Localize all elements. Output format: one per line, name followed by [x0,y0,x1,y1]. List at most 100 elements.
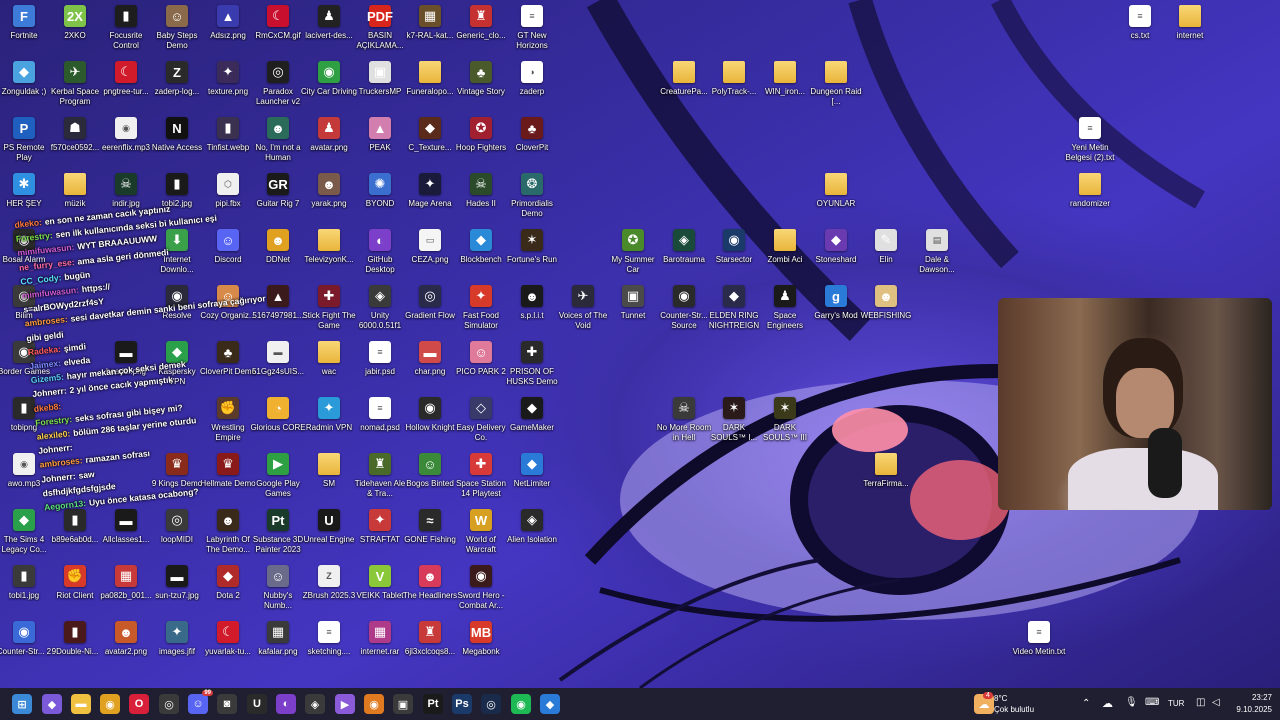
desktop-icon-no-i-m-not-a-human[interactable]: ☻ No, I'm not a Human [252,114,304,170]
microphone-icon[interactable]: 🎙 [1125,697,1138,708]
desktop-icon-truckersmp[interactable]: ▣ TruckersMP [354,58,406,114]
photoshop-icon[interactable]: Ps [452,694,472,714]
visual-studio-icon[interactable]: ▶ [335,694,355,714]
desktop-icon-bogos-binted[interactable]: ☺ Bogos Binted [404,450,456,506]
volume-icon[interactable]: ◁ [1212,697,1220,708]
desktop-icon-unreal-engine[interactable]: U Unreal Engine [303,506,355,562]
desktop-icon-yarak-png[interactable]: ☻ yarak.png [303,170,355,226]
desktop-icon-sketching[interactable]: ≡ sketching.... [303,618,355,674]
desktop-icon-avatar-png[interactable]: ♟ avatar.png [303,114,355,170]
file-explorer-icon[interactable]: ▬ [71,694,91,714]
desktop-icon-cloverpit[interactable]: ♣ CloverPit [506,114,558,170]
desktop-icon-space-station-14-playtest[interactable]: ✚ Space Station 14 Playtest [455,450,507,506]
desktop-icon-gamemaker[interactable]: ◆ GameMaker [506,394,558,450]
desktop-icon-ads-z-png[interactable]: ▲ Adsız.png [202,2,254,58]
desktop-icon-win-iron[interactable]: WIN_iron... [759,58,811,114]
desktop-icon-counter-str-2[interactable]: ◉ Counter-Str... 2 [0,618,51,674]
desktop-icon-c-texture[interactable]: ◆ C_Texture... [404,114,456,170]
desktop-icon-guitar-rig-7[interactable]: GR Guitar Rig 7 [252,170,304,226]
desktop-icon-eerenflix-mp3[interactable]: ◉ eerenflix.mp3 [100,114,152,170]
desktop-icon-dark-souls-i[interactable]: ✶ DARK SOULS™ I... [708,394,760,450]
desktop-icon-zaderp-log[interactable]: Zzaderp-log... [151,58,203,114]
pycharm-icon[interactable]: Pt [423,694,443,714]
desktop-icon-zaderp[interactable]: ◑ zaderp [506,58,558,114]
app-icon[interactable]: ▣ [393,694,413,714]
desktop-icon-dark-souls-iii[interactable]: ✶ DARK SOULS™ III [759,394,811,450]
desktop-icon-pngtree-tur[interactable]: ☾ pngtree-tur... [100,58,152,114]
network-icon[interactable]: ☁ [1102,697,1113,710]
desktop-icon-primordialis-demo[interactable]: ❂ Primordialis Demo [506,170,558,226]
desktop-icon-radmin-vpn[interactable]: ✦ Radmin VPN [303,394,355,450]
desktop-icon-the-headliners[interactable]: ☻ The Headliners [403,562,457,618]
desktop-icon-zbrush-2025-3[interactable]: Z ZBrush 2025.3 [303,562,355,618]
desktop-icon-f570ce0592[interactable]: ☗ f570ce0592... [49,114,101,170]
copilot-icon[interactable]: ◆ [42,694,62,714]
desktop-icon-city-car-driving[interactable]: ◉ City Car Driving [301,58,357,114]
desktop-icon-megabonk[interactable]: MB Megabonk [455,618,507,674]
desktop-icon-randomizer[interactable]: randomizer [1064,170,1116,226]
desktop-icon-avatar2-png[interactable]: ☻ avatar2.png [100,618,152,674]
desktop-icon-byond[interactable]: ✺ BYOND [354,170,406,226]
desktop-icon-tobi1-jpg[interactable]: ▮ tobi1.jpg [0,562,50,618]
desktop-icon-peak[interactable]: ▲ PEAK [354,114,406,170]
desktop-icon-cs-txt[interactable]: ≡ cs.txt [1114,2,1166,58]
desktop-icon-substance-3d-painter-2023[interactable]: Pt Substance 3D Painter 2023 [252,506,304,562]
netlimiter-icon[interactable]: ◆ [540,694,560,714]
keyboard-icon[interactable]: ⌨ [1145,697,1159,708]
desktop-icon-sword-hero-combat-ar[interactable]: ◉ Sword Hero - Combat Ar... [455,562,507,618]
desktop-icon-counter-str-source[interactable]: ◉ Counter-Str... Source [658,282,710,338]
desktop-icon-zonguldak[interactable]: ◆ Zonguldak ;) [0,58,50,114]
desktop-icon-televizyonk[interactable]: TelevizyonK... [303,226,355,282]
desktop-icon-texture-png[interactable]: ✦ texture.png [202,58,254,114]
desktop-icon-yuvarlak-tu[interactable]: ☾ yuvarlak-tu... [202,618,254,674]
desktop-icon-fortnite[interactable]: F Fortnite [0,2,50,58]
unity-hub-icon[interactable]: ◈ [305,694,325,714]
desktop-icon-k7-ral-kat[interactable]: ▦ k7-RAL-kat... [404,2,456,58]
spotify-icon[interactable]: ◉ [511,694,531,714]
desktop-icon-straftat[interactable]: ✦ STRAFTAT [354,506,406,562]
desktop-icon-internet[interactable]: internet [1164,2,1216,58]
opera-gx-icon[interactable]: O [129,694,149,714]
desktop-icon-riot-client[interactable]: ✊ Riot Client [49,562,101,618]
desktop-icon-ceza-png[interactable]: ▭ CEZA.png [404,226,456,282]
desktop-icon-veikk-tablet[interactable]: V VEIKK Tablet [354,562,406,618]
desktop-icon-nubby-s-numb[interactable]: ☺ Nubby's Numb... [252,562,304,618]
obs-icon[interactable]: ◎ [159,694,179,714]
desktop-icon-alien-isolation[interactable]: ◈ Alien Isolation [506,506,558,562]
desktop-icon-the-sims-4-legacy-co[interactable]: ◆ The Sims 4 Legacy Co... [0,506,50,562]
desktop-icon-rmcxcm-gif[interactable]: ☾ RmCxCM.gif [252,2,304,58]
desktop-icon-baby-steps-demo[interactable]: ☺ Baby Steps Demo [151,2,203,58]
clock-date[interactable]: 9.10.2025 [1228,705,1272,714]
desktop-icon-2xko[interactable]: 2X 2XKO [49,2,101,58]
desktop-icon-oyunlar[interactable]: OYUNLAR [810,170,862,226]
desktop-icon-51ggz4suis[interactable]: ▬ 51Ggz4sUIS... [252,338,304,394]
desktop-icon-basin-a-iklama[interactable]: PDF BASIN AÇIKLAMA... [354,2,406,58]
desktop-icon-native-access[interactable]: N Native Access [151,114,203,170]
desktop-icon-wac[interactable]: wac [303,338,355,394]
webcam-app-icon[interactable]: ◙ [217,694,237,714]
desktop-icon-hoop-fighters[interactable]: ✪ Hoop Fighters [455,114,507,170]
desktop-icon-stick-fight-the-game[interactable]: ✚ Stick Fight The Game [302,282,356,338]
desktop-icon-images-jfif[interactable]: ✦ images.jfif [151,618,203,674]
desktop-icon-internet-rar[interactable]: ▦ internet.rar [354,618,406,674]
weather-desc[interactable]: Çok bulutlu [994,705,1034,714]
desktop-icon-sun-tzu7-jpg[interactable]: ▬ sun-tzu7.jpg [151,562,203,618]
desktop-icon-unity-6000-0-51f1[interactable]: ◈ Unity 6000.0.51f1 [354,282,406,338]
desktop-icon-gone-fishing[interactable]: ≈ GONE Fishing [404,506,456,562]
desktop-icon-tunnet[interactable]: ▣ Tunnet [607,282,659,338]
desktop-icon-fast-food-simulator[interactable]: ✦ Fast Food Simulator [455,282,507,338]
desktop-icon-pico-park-2[interactable]: ☺ PICO PARK 2 [455,338,507,394]
desktop-icon-generic-clo[interactable]: ♜ Generic_clo... [455,2,507,58]
desktop-icon-dale-dawson[interactable]: ▤ Dale & Dawson... [911,226,963,282]
github-desktop-icon[interactable]: ◐ [276,694,296,714]
desktop-icon-ddnet[interactable]: ☻ DDNet [252,226,304,282]
chrome-icon[interactable]: ◉ [100,694,120,714]
desktop-icon-9double-ni[interactable]: ▮ 9Double-Ni... [49,618,101,674]
desktop-icon-focusrite-control[interactable]: ▮ Focusrite Control [100,2,152,58]
unreal-engine-icon[interactable]: U [247,694,267,714]
desktop-icon-gt-new-horizons[interactable]: ≡ GT New Horizons [506,2,558,58]
desktop-icon-google-play-games[interactable]: ▶ Google Play Games [252,450,304,506]
desktop-icon-tidehaven-ale-tra[interactable]: ♜ Tidehaven Ale & Tra... [354,450,406,506]
desktop-icon-kerbal-space-program[interactable]: ✈ Kerbal Space Program [49,58,101,114]
desktop-icon-world-of-warcraft[interactable]: W World of Warcraft [455,506,507,562]
